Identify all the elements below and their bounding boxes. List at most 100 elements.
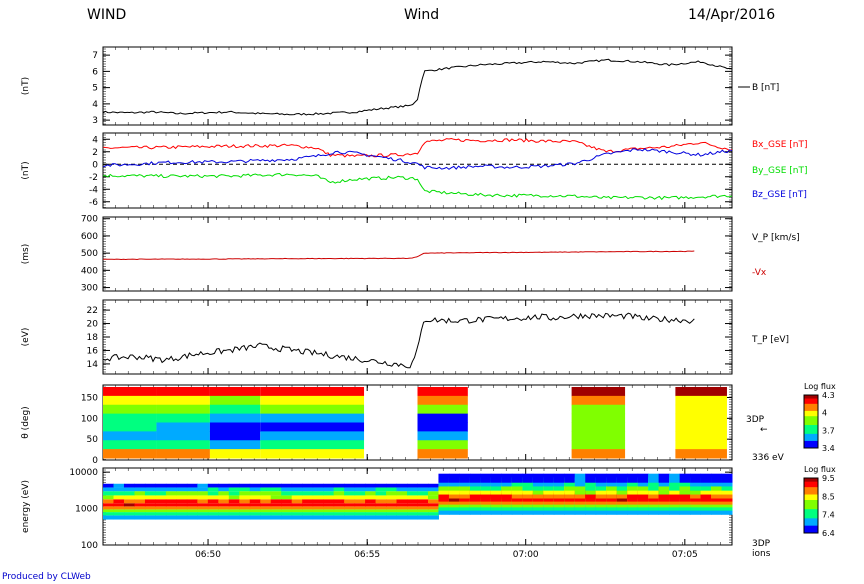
colorbar-tick-label: 6.4 xyxy=(822,529,835,538)
spectrogram-cell xyxy=(522,473,534,483)
spectrogram-cell xyxy=(134,495,146,500)
spectrogram-cell xyxy=(186,491,198,496)
spectrogram-cell xyxy=(302,487,314,492)
spectrogram-cell xyxy=(427,512,439,516)
spectrogram-cell xyxy=(228,491,240,496)
spectrogram-cell xyxy=(134,503,146,507)
spectrogram-cell xyxy=(543,473,555,483)
spectrogram-cell xyxy=(333,491,345,496)
spectrogram-cell xyxy=(365,509,377,513)
spectrogram-cell xyxy=(291,499,303,504)
spectrogram-cell xyxy=(281,499,293,504)
heatmap-cell xyxy=(103,449,157,459)
spectrogram-cell xyxy=(490,473,502,483)
heatmap-cell xyxy=(571,449,626,459)
spectrogram-cell xyxy=(407,506,418,510)
spectrogram-cell xyxy=(344,495,356,500)
spectrogram-cell xyxy=(123,499,135,504)
spectrogram-cell xyxy=(365,491,377,496)
spectrogram-cell xyxy=(386,509,398,513)
spectrogram-cell xyxy=(186,483,198,488)
heatmap-cell xyxy=(209,404,261,415)
y-tick-label: 0 xyxy=(92,456,98,466)
spectrogram-cell xyxy=(165,503,177,507)
legend-label: Bx_GSE [nT] xyxy=(752,140,807,150)
spectrogram-cell xyxy=(186,512,198,516)
spectrogram-cell xyxy=(197,515,209,520)
spectrogram-cell xyxy=(218,503,230,507)
heatmap-cell xyxy=(260,395,365,406)
spectrogram-cell xyxy=(354,495,366,500)
y-axis-label: (nT) xyxy=(21,77,31,95)
heatmap-cell xyxy=(209,413,261,423)
spectrogram-cell xyxy=(144,509,156,513)
spectrogram-cell xyxy=(197,491,209,496)
spectrogram-cell xyxy=(281,506,293,510)
spectrogram-cell xyxy=(386,495,398,500)
spectrogram-cell xyxy=(291,512,303,516)
spectrogram-cell xyxy=(260,506,272,510)
spectrogram-cell xyxy=(134,487,146,492)
spectrogram-cell xyxy=(239,503,251,507)
spectrogram-cell xyxy=(134,499,146,504)
spectrogram-cell xyxy=(123,506,135,510)
spectrogram-cell xyxy=(165,487,177,492)
spectrogram-cell xyxy=(302,503,314,507)
heatmap-cell xyxy=(675,422,727,432)
spectrogram-cell xyxy=(270,503,282,507)
spectrogram-cell xyxy=(176,495,188,500)
y-tick-label: 14 xyxy=(87,360,99,370)
panel-frame-2 xyxy=(102,216,733,292)
spectrogram-cell xyxy=(249,503,261,507)
spectrogram-cell xyxy=(427,491,439,496)
heatmap-cell xyxy=(103,431,157,441)
spectrogram-cell xyxy=(165,515,177,520)
spectrogram-cell xyxy=(207,491,219,496)
spectrogram-cell xyxy=(386,503,398,507)
spectrogram-cell xyxy=(144,506,156,510)
spectrogram-cell xyxy=(228,499,240,504)
y-tick-label: 150 xyxy=(81,394,98,404)
spectrogram-cell xyxy=(396,512,408,516)
credit-text: Produced by CLWeb xyxy=(2,572,91,582)
spectrogram-cell xyxy=(407,495,418,500)
colorbar-tick-label: 4 xyxy=(822,409,827,418)
spectrogram-cell xyxy=(312,491,324,496)
colorbar-tick-label: 9.5 xyxy=(822,474,835,483)
colorbar-title: Log flux xyxy=(804,382,836,391)
heatmap-cell xyxy=(675,431,727,441)
spectrogram-cell xyxy=(144,491,156,496)
y-tick-label: 300 xyxy=(81,284,98,294)
spectrogram-cell xyxy=(312,509,324,513)
heatmap-cell xyxy=(260,387,365,397)
spectrogram-cell xyxy=(207,509,219,513)
spectrogram-cell xyxy=(134,515,146,520)
spectrogram-cell xyxy=(721,473,733,483)
spectrogram-cell xyxy=(113,515,125,520)
y-tick-label: 4 xyxy=(92,135,98,145)
spectrogram-cell xyxy=(165,495,177,500)
spectrogram-cell xyxy=(365,512,377,516)
spectrogram-cell xyxy=(155,506,167,510)
spectrogram-cell xyxy=(417,483,429,488)
spectrogram-cell xyxy=(302,506,314,510)
heatmap-cell xyxy=(209,395,261,406)
spectrogram-cell xyxy=(103,512,114,516)
spectrogram-cell xyxy=(103,503,114,507)
spectrogram-cell xyxy=(427,487,439,492)
colorbar-title: Log flux xyxy=(804,465,836,474)
spectrogram-cell xyxy=(354,509,366,513)
spectrogram-cell xyxy=(260,491,272,496)
spectrogram-cell xyxy=(260,499,272,504)
series-line-b xyxy=(102,58,733,116)
spectrogram-cell xyxy=(386,487,398,492)
spectrogram-cell xyxy=(155,512,167,516)
spectrogram-cell xyxy=(427,509,439,513)
spectrogram-cell xyxy=(123,503,135,507)
spectrogram-cell xyxy=(302,512,314,516)
y-axis-label: (eV) xyxy=(21,328,31,347)
spectrogram-cell xyxy=(323,499,335,504)
heatmap-cell xyxy=(156,431,210,441)
spectrogram-cell xyxy=(228,483,240,488)
spectrogram-cell xyxy=(427,515,439,520)
